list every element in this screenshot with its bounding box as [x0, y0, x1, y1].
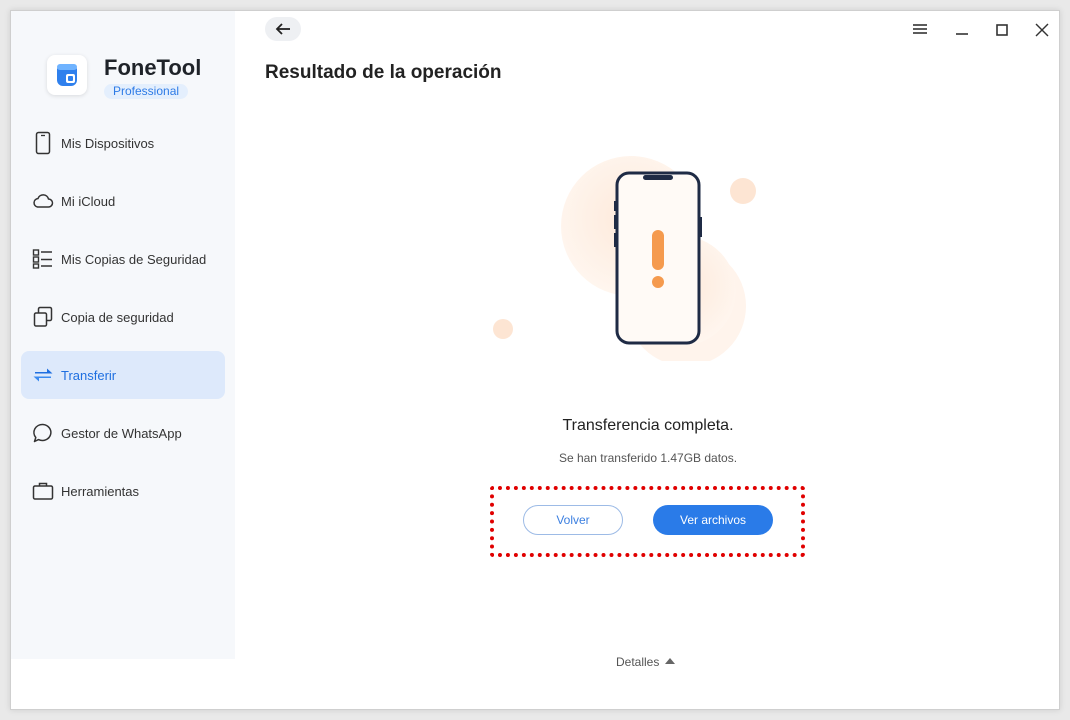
chat-bubble-icon — [33, 423, 52, 443]
minimize-button[interactable] — [951, 19, 973, 41]
sidebar-item-herramientas[interactable]: Herramientas — [21, 467, 225, 515]
sidebar-item-transferir[interactable]: Transferir — [21, 351, 225, 399]
maximize-button[interactable] — [991, 19, 1013, 41]
copy-icon — [33, 306, 53, 327]
sidebar-item-label: Mis Copias de Seguridad — [61, 251, 207, 267]
phone-icon — [35, 131, 51, 155]
details-toggle[interactable]: Detalles — [616, 655, 676, 669]
list-icon — [32, 249, 52, 269]
caret-up-icon — [665, 658, 676, 664]
sidebar-nav: Mis Dispositivos Mi iCloud Mis Copias de… — [21, 119, 225, 525]
edition-badge: Professional — [104, 84, 189, 99]
sidebar-item-gestor-whatsapp[interactable]: Gestor de WhatsApp — [21, 409, 225, 457]
briefcase-icon — [32, 482, 54, 500]
back-button[interactable] — [265, 17, 301, 41]
app-name: FoneTool — [104, 55, 202, 80]
sidebar-item-label: Gestor de WhatsApp — [61, 425, 182, 441]
close-button[interactable] — [1031, 19, 1053, 41]
arrow-left-icon — [275, 23, 290, 35]
sidebar: FoneTool Professional Mis Dispositivos M… — [11, 11, 235, 659]
page-title: Resultado de la operación — [265, 62, 502, 83]
phone-warning-illustration — [493, 156, 756, 361]
result-subtitle: Se han transferido 1.47GB datos. — [558, 451, 738, 465]
fonetool-logo-icon — [57, 64, 77, 86]
sidebar-item-label: Mis Dispositivos — [61, 135, 155, 151]
sidebar-item-copia-de-seguridad[interactable]: Copia de seguridad — [21, 293, 225, 341]
menu-button[interactable] — [909, 19, 931, 41]
close-icon — [1035, 23, 1049, 37]
transfer-icon — [33, 368, 53, 382]
app-window: FoneTool Professional Mis Dispositivos M… — [10, 10, 1060, 710]
sidebar-item-label: Herramientas — [61, 483, 140, 499]
view-files-button[interactable]: Ver archivos — [653, 505, 773, 535]
cloud-icon — [33, 194, 54, 208]
details-label: Detalles — [616, 655, 660, 669]
maximize-icon — [996, 24, 1008, 36]
menu-icon — [913, 24, 927, 34]
app-logo — [47, 55, 87, 95]
sidebar-item-label: Transferir — [61, 367, 117, 383]
sidebar-item-label: Mi iCloud — [61, 193, 116, 209]
sidebar-item-mis-dispositivos[interactable]: Mis Dispositivos — [21, 119, 225, 167]
back-to-start-button[interactable]: Volver — [523, 505, 623, 535]
minimize-icon — [956, 33, 968, 35]
sidebar-item-mi-icloud[interactable]: Mi iCloud — [21, 177, 225, 225]
result-title: Transferencia completa. — [562, 417, 734, 434]
sidebar-item-mis-copias[interactable]: Mis Copias de Seguridad — [21, 235, 225, 283]
sidebar-item-label: Copia de seguridad — [61, 309, 174, 325]
